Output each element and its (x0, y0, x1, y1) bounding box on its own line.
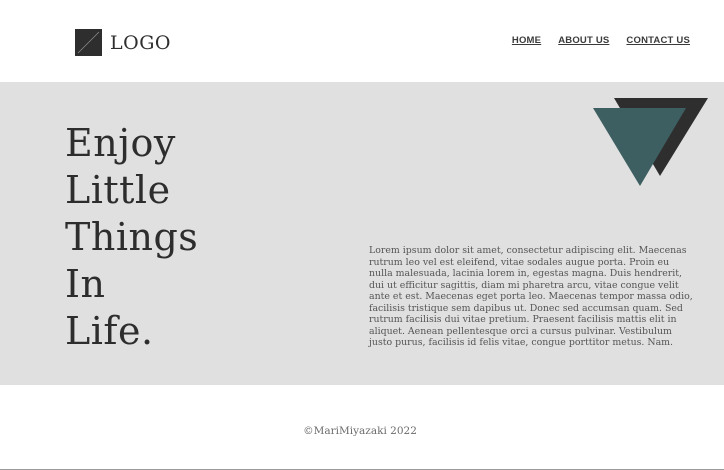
tagline-line: Life. (65, 309, 154, 353)
nav-about-us-link[interactable]: ABOUT US (558, 35, 609, 46)
tagline-line: Things (65, 215, 199, 259)
nav-home-link[interactable]: HOME (512, 35, 541, 46)
tagline-line: In (65, 262, 106, 306)
logo-link[interactable]: LOGO (75, 29, 171, 56)
site-header: LOGO HOME ABOUT US CONTACT US (0, 0, 724, 82)
footer-copyright: ©MariMiyazaki 2022 (303, 425, 417, 437)
decorative-triangles (593, 98, 708, 186)
main-nav: HOME ABOUT US CONTACT US (512, 35, 690, 46)
hero-tagline: Enjoy Little Things In Life. (65, 120, 198, 355)
tagline-line: Little (65, 168, 171, 212)
tagline-line: Enjoy (65, 121, 176, 165)
nav-contact-us-link[interactable]: CONTACT US (626, 35, 690, 46)
logo-square-icon (75, 29, 102, 56)
hero-body-text: Lorem ipsum dolor sit amet, consectetur … (369, 245, 693, 348)
logo-text: LOGO (110, 31, 171, 54)
